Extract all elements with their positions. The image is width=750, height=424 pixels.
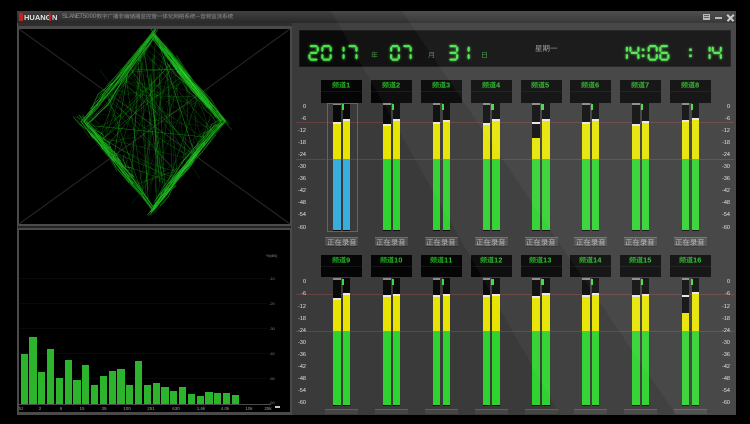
- svg-text:8: 8: [695, 80, 699, 89]
- svg-text:6: 6: [697, 255, 701, 264]
- svg-text:3: 3: [547, 255, 551, 264]
- svg-text:4: 4: [496, 80, 501, 89]
- svg-text:1: 1: [346, 80, 350, 89]
- svg-text:9: 9: [346, 255, 350, 264]
- svg-text:6: 6: [595, 80, 599, 89]
- svg-text:5: 5: [647, 255, 651, 264]
- svg-text:4: 4: [597, 255, 602, 264]
- svg-text:3: 3: [446, 80, 450, 89]
- svg-text:1: 1: [448, 255, 452, 264]
- svg-text:2: 2: [498, 255, 502, 264]
- svg-text:2: 2: [396, 80, 400, 89]
- svg-text:7: 7: [645, 80, 649, 89]
- svg-text:0: 0: [398, 255, 402, 264]
- svg-text:5: 5: [545, 80, 549, 89]
